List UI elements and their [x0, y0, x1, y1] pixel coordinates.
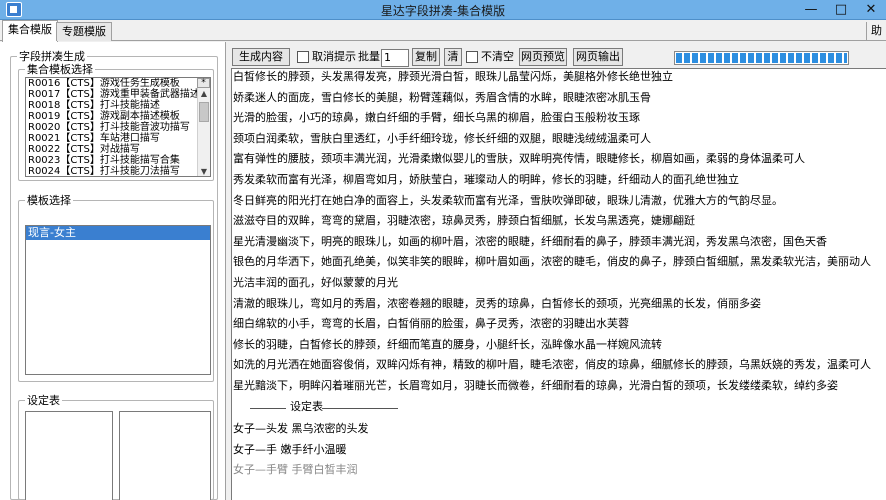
text-line: 光洁丰润的面孔，好似蒙蒙的月光	[233, 276, 398, 289]
settings-list-right[interactable]	[119, 411, 211, 500]
collection-rows: R0016【CTS】游戏任务生成模板 R0017【CTS】游戏重甲装备武器描述 R0…	[26, 78, 210, 176]
scroll-thumb[interactable]	[199, 102, 209, 122]
text-line: 娇柔迷人的面庞，雪白修长的美腿，粉臂莲藕似，秀眉含情的水眸，眼睫浓密冰肌玉骨	[233, 90, 651, 104]
minimize-button[interactable]: —	[796, 0, 826, 20]
text-line: 修长的羽睫，白皙修长的脖颈，纤细而笔直的腰身，小腿纤长，泓眸像水晶一样婉风流转	[233, 337, 662, 351]
text-line: 星光黯淡下，明眸闪着璀丽光芒，长眉弯如月，羽睫长而微卷，纤细耐看的琼鼻，光滑白皙…	[233, 379, 838, 392]
collection-template-item[interactable]: R0021【CTS】车站港口描写	[26, 133, 210, 144]
title-bar: 星达字段拼凑-集合模版 — □ ✕	[0, 0, 886, 20]
collection-template-item[interactable]: R0023【CTS】打斗技能描写合集	[26, 155, 210, 166]
cancel-tip-checkbox[interactable]	[297, 51, 309, 63]
clear-button[interactable]: 清	[444, 48, 462, 66]
settings-list-left[interactable]	[25, 411, 113, 500]
tab-topic-template[interactable]: 专题模版	[56, 22, 112, 41]
divider-left	[250, 408, 286, 409]
collection-template-item[interactable]: R0018【CTS】打斗技能描述	[26, 100, 210, 111]
close-button[interactable]: ✕	[856, 0, 886, 20]
batch-input[interactable]: 1	[381, 49, 409, 67]
scroll-up-icon[interactable]: ▲	[198, 88, 210, 100]
text-line: 清澈的眼珠儿，弯如月的秀眉，浓密卷翘的眼睫，灵秀的琼鼻，白皙修长的颈项，光亮细黑…	[233, 296, 761, 310]
text-line: 细白绵软的小手，弯弯的长眉，白皙俏丽的脸蛋，鼻子灵秀，浓密的羽睫出水芙蓉	[233, 317, 629, 331]
template-select-list[interactable]: 现言-女主	[25, 225, 211, 375]
template-item[interactable]: 现言-女主	[26, 226, 210, 240]
progress-bar	[674, 51, 849, 65]
help-button[interactable]: 助	[866, 22, 886, 40]
collection-template-item[interactable]: R0017【CTS】游戏重甲装备武器描述	[26, 89, 210, 100]
output-text-area[interactable]: 白皙修长的脖颈，头发黑得发亮，脖颈光滑白皙，眼珠儿晶莹闪烁，美腿格外修长绝世独立…	[231, 68, 886, 500]
text-line: 星光清漫幽淡下，明亮的眼珠儿，如画的柳叶眉，浓密的眼睫，纤细耐看的鼻子，脖颈丰满…	[233, 234, 827, 248]
tab-strip: 集合模版 专题模版	[0, 20, 886, 42]
settings-table-title: 设定表	[25, 394, 62, 407]
cancel-tip-label: 取消提示	[312, 50, 356, 63]
progress-fill	[676, 53, 847, 63]
template-rows: 现言-女主	[26, 226, 210, 240]
collection-template-item[interactable]: R0020【CTS】打斗技能音波功描写	[26, 122, 210, 133]
text-line: 银色的月华洒下，她面孔绝美，似笑非笑的眼眸，柳叶眉如画，浓密的睫毛，俏皮的鼻子，…	[233, 255, 871, 269]
list-header-button[interactable]: *	[197, 78, 210, 88]
web-preview-button[interactable]: 网页预览	[519, 48, 567, 66]
text-line: 冬日鲜亮的阳光打在她白净的面容上，头发柔软而富有光泽，雪肤吹弹即破，眼珠儿清澈，…	[233, 193, 783, 207]
text-line: 白皙修长的脖颈，头发黑得发亮，脖颈光滑白皙，眼珠儿晶莹闪烁，美腿格外修长绝世独立	[233, 70, 673, 83]
collection-template-title: 集合模板选择	[25, 63, 95, 76]
copy-button[interactable]: 复制	[412, 48, 440, 66]
tab-collection-template[interactable]: 集合模版	[2, 20, 58, 42]
text-line: 颈项白润柔软，雪肤白里透红，小手纤细玲珑，修长纤细的双腿，眼睫浅绒绒温柔可人	[233, 131, 651, 145]
left-panel: 字段拼凑生成 集合模板选择 R0016【CTS】游戏任务生成模板 R0017【CT…	[0, 42, 226, 500]
text-line: 女子—手臂 手臂白皙丰润	[233, 463, 358, 477]
no-clear-label: 不清空	[481, 50, 514, 63]
scroll-down-icon[interactable]: ▼	[198, 166, 210, 176]
text-line: 秀发柔软而富有光泽，柳眉弯如月，娇肤莹白，璀璨动人的明眸，修长的羽睫，纤细动人的…	[233, 173, 739, 186]
batch-label: 批量	[358, 50, 380, 63]
field-assembly-group-title: 字段拼凑生成	[17, 50, 87, 63]
divider-right	[322, 408, 398, 409]
generate-button[interactable]: 生成内容	[232, 48, 290, 66]
toolbar: 生成内容 取消提示 批量 1 复制 清 不清空 网页预览 网页输出	[227, 48, 886, 68]
collection-scrollbar[interactable]: ▲ ▼	[197, 88, 210, 176]
text-line: 滋滋夺目的双眸，弯弯的黛眉，羽睫浓密，琼鼻灵秀，脖颈白皙细腻，长发乌黑透亮，婕娜…	[233, 214, 695, 228]
collection-template-item[interactable]: R0024【CTS】打斗技能刀法描写	[26, 166, 210, 176]
settings-table-heading: 设定表	[290, 399, 323, 413]
text-line: 光滑的脸蛋，小巧的琼鼻，嫩白纤细的手臂，细长乌黑的柳眉，脸蛋白玉般粉妆玉琢	[233, 111, 640, 125]
no-clear-checkbox[interactable]	[466, 51, 478, 63]
template-select-group: 模板选择 现言-女主	[18, 194, 214, 382]
text-line: 富有弹性的腰肢，颈项丰满光润，光滑柔嫩似婴儿的雪肤，双眸明亮传情，眼睫修长，柳眉…	[233, 152, 805, 166]
collection-template-item[interactable]: R0022【CTS】对战描写	[26, 144, 210, 155]
collection-template-group: 集合模板选择 R0016【CTS】游戏任务生成模板 R0017【CTS】游戏重甲装…	[18, 63, 214, 181]
web-export-button[interactable]: 网页输出	[573, 48, 623, 66]
text-line: 如洗的月光洒在她面容俊俏，双眸闪烁有神，精致的柳叶眉，睫毛浓密，俏皮的琼鼻，细腻…	[233, 358, 871, 372]
collection-template-item[interactable]: R0019【CTS】游戏副本描述模板	[26, 111, 210, 122]
collection-template-item[interactable]: R0016【CTS】游戏任务生成模板	[26, 78, 210, 89]
text-line: 女子—手 嫩手纤小温暖	[233, 442, 347, 456]
window-title: 星达字段拼凑-集合模版	[380, 4, 506, 18]
settings-table-group: 设定表	[18, 394, 214, 500]
maximize-button[interactable]: □	[826, 0, 856, 20]
template-select-title: 模板选择	[25, 194, 73, 207]
collection-template-list[interactable]: R0016【CTS】游戏任务生成模板 R0017【CTS】游戏重甲装备武器描述 R0…	[25, 77, 211, 177]
text-line: 女子—头发 黑乌浓密的头发	[233, 422, 369, 435]
